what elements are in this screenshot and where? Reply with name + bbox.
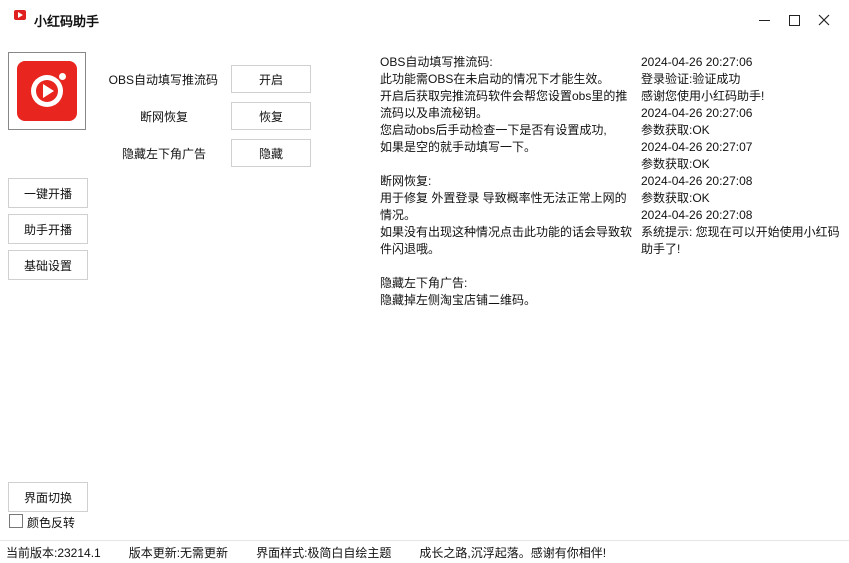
version-status: 当前版本:23214.1 — [6, 545, 101, 560]
slogan-text: 成长之路,沉浮起落。感谢有你相伴! — [419, 545, 607, 560]
log-entry: 感谢您使用小红码助手! — [641, 89, 765, 103]
reconnect-label: 断网恢复 — [139, 110, 188, 124]
log-entry: 参数获取:OK — [641, 191, 710, 205]
obs-autofill-button[interactable]: 开启 — [231, 65, 311, 93]
basic-settings-button[interactable]: 基础设置 — [8, 250, 88, 280]
log-panel: 2024-04-26 20:27:06 登录验证:验证成功 感谢您使用小红码助手… — [641, 54, 841, 258]
play-logo-icon — [17, 61, 77, 121]
hide-ad-button[interactable]: 隐藏 — [231, 139, 311, 167]
log-entry: 系统提示: 您现在可以开始使用小红码助手了! — [641, 225, 840, 256]
assistant-stream-button[interactable]: 助手开播 — [8, 214, 88, 244]
invert-color-label: 颜色反转 — [27, 516, 76, 530]
obs-autofill-label: OBS自动填写推流码 — [108, 73, 218, 87]
log-entry: 2024-04-26 20:27:08 — [641, 174, 753, 188]
close-button[interactable] — [812, 8, 836, 32]
log-entry: 登录验证:验证成功 — [641, 72, 741, 86]
reconnect-button[interactable]: 恢复 — [231, 102, 311, 130]
maximize-icon — [788, 14, 800, 26]
update-status: 版本更新:无需更新 — [128, 545, 229, 560]
hide-ad-label: 隐藏左下角广告 — [121, 147, 206, 161]
app-logo — [8, 52, 86, 130]
log-entry: 参数获取:OK — [641, 157, 710, 171]
log-entry: 2024-04-26 20:27:06 — [641, 55, 753, 69]
invert-color-checkbox[interactable] — [9, 514, 23, 528]
minimize-button[interactable] — [752, 8, 776, 32]
title-bar: 小红码助手 — [0, 0, 849, 40]
log-entry: 参数获取:OK — [641, 123, 710, 137]
one-click-stream-button[interactable]: 一键开播 — [8, 178, 88, 208]
minimize-icon — [758, 19, 770, 21]
close-icon — [818, 14, 830, 26]
window-title: 小红码助手 — [34, 14, 100, 29]
log-entry: 2024-04-26 20:27:06 — [641, 106, 753, 120]
status-bar: 当前版本:23214.1 版本更新:无需更新 界面样式:极简白自绘主题 成长之路… — [0, 540, 849, 563]
log-entry: 2024-04-26 20:27:08 — [641, 208, 753, 222]
app-icon — [14, 10, 26, 20]
maximize-button[interactable] — [782, 8, 806, 32]
theme-status: 界面样式:极简白自绘主题 — [256, 545, 392, 560]
switch-interface-button[interactable]: 界面切换 — [8, 482, 88, 512]
log-entry: 2024-04-26 20:27:07 — [641, 140, 753, 154]
feature-description: OBS自动填写推流码: 此功能需OBS在未启动的情况下才能生效。 开启后获取完推… — [380, 55, 633, 307]
